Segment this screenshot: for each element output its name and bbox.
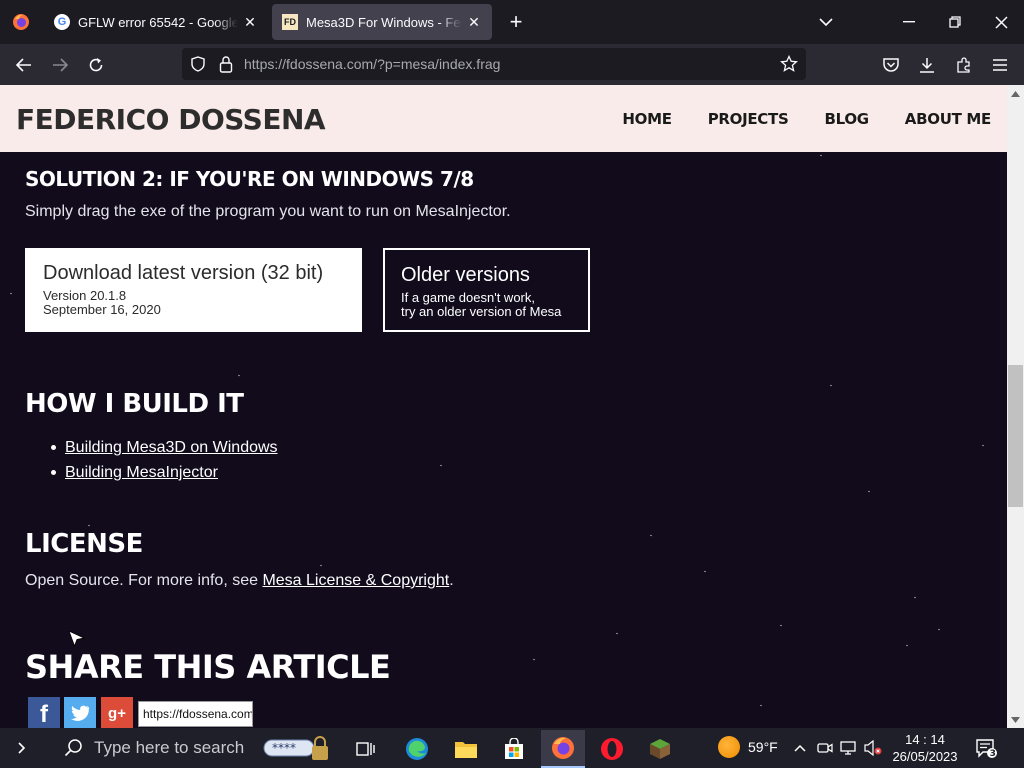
password-manager-icon[interactable]: **** xyxy=(262,734,334,762)
tracking-protection-shield-icon[interactable] xyxy=(190,56,206,72)
mouse-cursor-icon xyxy=(69,631,85,647)
older-versions-line-1: If a game doesn't work, xyxy=(401,290,535,305)
firefox-icon[interactable] xyxy=(541,730,585,768)
search-placeholder: Type here to search xyxy=(94,738,245,757)
pocket-icon[interactable] xyxy=(880,54,902,76)
windows-taskbar: Type here to search **** 59°F 14 : 14 26… xyxy=(0,728,1024,768)
nav-blog[interactable]: BLOG xyxy=(824,110,869,128)
notification-count: 3 xyxy=(990,749,996,759)
sun-icon xyxy=(718,736,740,758)
building-mesainjector-link[interactable]: Building MesaInjector xyxy=(65,464,218,481)
page-scrollbar[interactable] xyxy=(1007,85,1024,728)
build-heading: HOW I BUILD IT xyxy=(25,389,244,419)
tab-title: GFLW error 65542 - Google Search xyxy=(78,14,238,30)
tab-google-search[interactable]: G GFLW error 65542 - Google Search ✕ xyxy=(44,4,268,40)
firefox-view-icon[interactable] xyxy=(0,0,42,44)
scroll-down-arrow-icon[interactable] xyxy=(1007,711,1024,728)
tab-strip: G GFLW error 65542 - Google Search ✕ FD … xyxy=(0,0,1024,44)
site-header: FEDERICO DOSSENA HOME PROJECTS BLOG ABOU… xyxy=(0,85,1007,152)
site-logo[interactable]: FEDERICO DOSSENA xyxy=(16,103,326,136)
minecraft-icon[interactable] xyxy=(638,730,682,768)
tab-title: Mesa3D For Windows - Federico Dossena xyxy=(306,14,462,30)
list-item: Building Mesa3D on Windows xyxy=(51,435,278,460)
older-versions-button[interactable]: Older versions If a game doesn't work, t… xyxy=(383,248,590,332)
taskbar-expand-chevron-icon[interactable] xyxy=(12,738,32,758)
close-tab-icon[interactable]: ✕ xyxy=(242,14,258,30)
twitter-share-icon[interactable] xyxy=(64,697,96,728)
address-bar[interactable]: https://fdossena.com/?p=mesa/index.frag xyxy=(182,48,806,80)
search-icon xyxy=(64,739,82,757)
download-latest-title: Download latest version (32 bit) xyxy=(43,262,324,284)
back-arrow-icon[interactable] xyxy=(9,50,39,80)
solution-text: Simply drag the exe of the program you w… xyxy=(25,203,511,220)
scrollbar-thumb[interactable] xyxy=(1008,365,1023,507)
reload-icon[interactable] xyxy=(81,50,111,80)
fd-icon: FD xyxy=(282,14,298,30)
edge-browser-icon[interactable] xyxy=(395,730,439,768)
new-tab-button[interactable]: + xyxy=(502,8,530,36)
clock-time: 14 : 14 xyxy=(905,732,945,747)
share-url-field[interactable]: https://fdossena.com/?p=mesa/index.frag xyxy=(138,701,253,727)
license-prefix: Open Source. For more info, see xyxy=(25,572,263,589)
page-viewport: FEDERICO DOSSENA HOME PROJECTS BLOG ABOU… xyxy=(0,85,1007,728)
navigation-toolbar: https://fdossena.com/?p=mesa/index.frag xyxy=(0,44,1024,85)
notification-center-icon[interactable]: 3 xyxy=(975,737,997,759)
weather-widget[interactable]: 59°F xyxy=(718,736,778,758)
downloads-icon[interactable] xyxy=(916,54,938,76)
nav-home[interactable]: HOME xyxy=(622,110,672,128)
google-plus-share-icon[interactable]: g+ xyxy=(101,697,133,728)
list-item: Building MesaInjector xyxy=(51,460,278,485)
google-icon: G xyxy=(54,14,70,30)
file-explorer-icon[interactable] xyxy=(444,730,488,768)
download-version: Version 20.1.8 xyxy=(43,288,127,303)
bookmark-star-icon[interactable] xyxy=(780,55,798,73)
taskbar-search-box[interactable]: Type here to search xyxy=(48,728,258,768)
license-link[interactable]: Mesa License & Copyright xyxy=(262,572,449,589)
microsoft-store-icon[interactable] xyxy=(492,730,536,768)
extensions-icon[interactable] xyxy=(953,54,975,76)
clock-date: 26/05/2023 xyxy=(892,749,958,764)
lock-icon[interactable] xyxy=(218,55,234,73)
meet-now-icon[interactable] xyxy=(815,738,835,758)
build-links-list: Building Mesa3D on Windows Building Mesa… xyxy=(51,435,278,485)
share-heading: SHARE THIS ARTICLE xyxy=(25,648,391,686)
taskbar-clock[interactable]: 14 : 14 26/05/2023 xyxy=(890,731,960,765)
tab-mesa3d[interactable]: FD Mesa3D For Windows - Federico Dossena… xyxy=(272,4,492,40)
hamburger-menu-icon[interactable] xyxy=(989,54,1011,76)
license-suffix: . xyxy=(449,572,454,589)
list-all-tabs-icon[interactable] xyxy=(812,8,840,36)
download-latest-button[interactable]: Download latest version (32 bit) Version… xyxy=(25,248,362,332)
building-mesa3d-link[interactable]: Building Mesa3D on Windows xyxy=(65,439,278,456)
network-icon[interactable] xyxy=(839,738,859,758)
license-heading: LICENSE xyxy=(25,529,143,559)
facebook-share-icon[interactable]: f xyxy=(28,697,60,728)
url-text[interactable]: https://fdossena.com/?p=mesa/index.frag xyxy=(244,56,500,72)
opera-icon[interactable] xyxy=(590,730,634,768)
svg-text:****: **** xyxy=(272,741,296,755)
older-versions-line-2: try an older version of Mesa xyxy=(401,304,562,319)
restore-button[interactable] xyxy=(932,0,978,44)
solution-heading: SOLUTION 2: IF YOU'RE ON WINDOWS 7/8 xyxy=(25,167,474,191)
minimize-button[interactable] xyxy=(886,0,932,44)
nav-projects[interactable]: PROJECTS xyxy=(708,110,789,128)
scroll-up-arrow-icon[interactable] xyxy=(1007,85,1024,102)
forward-arrow-icon[interactable] xyxy=(45,50,75,80)
volume-muted-icon[interactable] xyxy=(863,738,883,758)
nav-about-me[interactable]: ABOUT ME xyxy=(905,110,992,128)
site-navigation: HOME PROJECTS BLOG ABOUT ME xyxy=(622,110,991,128)
close-tab-icon[interactable]: ✕ xyxy=(466,14,482,30)
weather-temperature: 59°F xyxy=(748,739,778,755)
show-hidden-icons-chevron-icon[interactable] xyxy=(790,738,810,758)
task-view-icon[interactable] xyxy=(344,730,388,768)
close-window-button[interactable] xyxy=(978,0,1024,44)
license-text: Open Source. For more info, see Mesa Lic… xyxy=(25,572,454,590)
older-versions-title: Older versions xyxy=(401,264,530,286)
download-date: September 16, 2020 xyxy=(43,302,161,317)
